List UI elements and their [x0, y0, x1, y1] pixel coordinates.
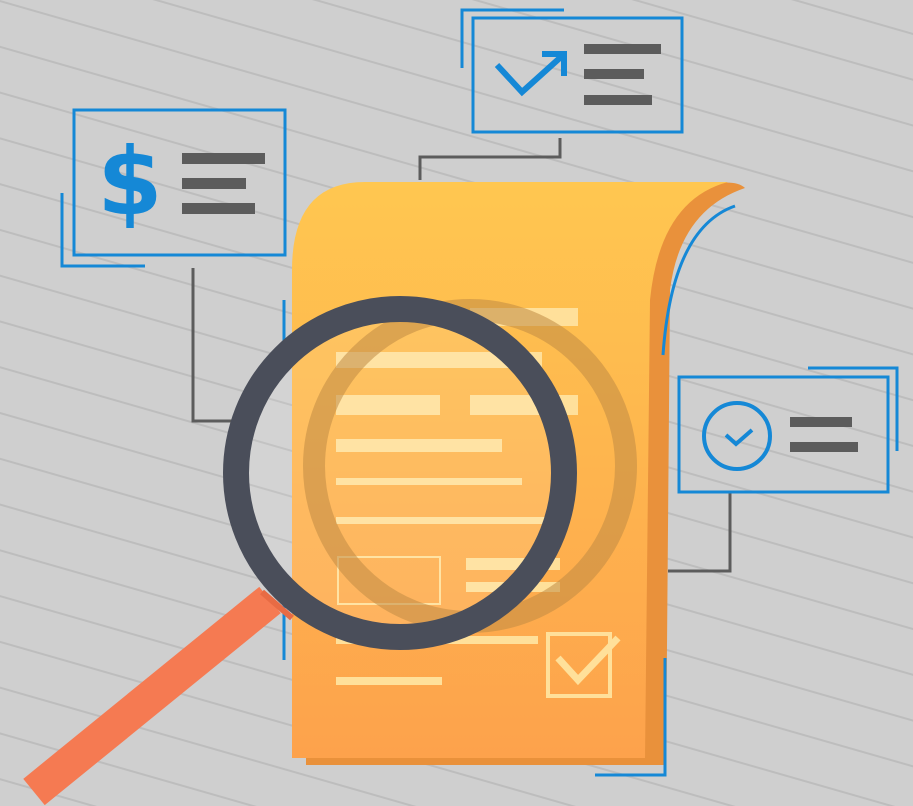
doc-line: [336, 677, 442, 685]
document-audit-illustration: $: [0, 0, 913, 806]
dollar-icon: $: [97, 128, 162, 237]
